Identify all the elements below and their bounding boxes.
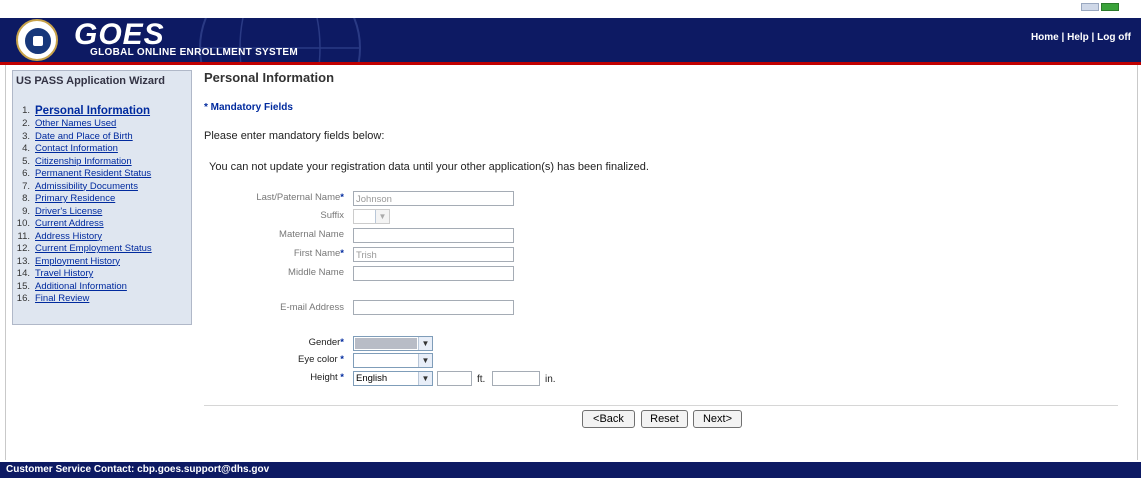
sidebar-item-number: 9. — [22, 205, 30, 217]
sidebar-item: 14. Travel History — [13, 268, 191, 281]
sidebar-item: 12. Current Employment Status — [13, 243, 191, 256]
sidebar-item: 15. Additional Information — [13, 281, 191, 294]
sidebar-title: US PASS Application Wizard — [16, 75, 166, 87]
window-control-icon[interactable] — [1081, 3, 1099, 11]
sidebar-item: 9. Driver's License — [13, 206, 191, 219]
reset-button[interactable]: Reset — [641, 410, 688, 428]
sidebar-item-link[interactable]: Current Employment Status — [35, 243, 152, 254]
sidebar-item-link[interactable]: Other Names Used — [35, 118, 116, 129]
height-unit-select[interactable]: English ▼ — [353, 371, 433, 386]
chevron-down-icon: ▼ — [375, 210, 389, 223]
middle-name-field[interactable] — [353, 266, 514, 281]
dhs-seal-icon — [16, 19, 58, 61]
sidebar-item-link[interactable]: Primary Residence — [35, 193, 115, 204]
page-title: Personal Information — [204, 70, 335, 85]
sidebar-item-number: 10. — [16, 218, 30, 229]
gender-label: Gender* — [308, 337, 344, 348]
instructions-text: Please enter mandatory fields below: — [204, 130, 385, 142]
help-link[interactable]: Help — [1067, 32, 1089, 43]
sidebar-item-number: 13. — [16, 255, 30, 267]
sidebar-item-number: 5. — [22, 155, 30, 167]
sidebar-item: 8. Primary Residence — [13, 193, 191, 206]
first-name-field[interactable]: Trish — [353, 247, 514, 262]
gender-select[interactable]: ▼ — [353, 336, 433, 351]
eye-color-select[interactable]: ▼ — [353, 353, 433, 368]
sidebar-item-link[interactable]: Citizenship Information — [35, 156, 132, 167]
chevron-down-icon: ▼ — [418, 354, 432, 367]
chevron-down-icon: ▼ — [418, 337, 432, 350]
sidebar-item-link[interactable]: Address History — [35, 231, 102, 242]
header-banner: GOES GLOBAL ONLINE ENROLLMENT SYSTEM Hom… — [0, 18, 1141, 62]
mandatory-fields-note: * Mandatory Fields — [204, 102, 293, 113]
first-name-label: First Name* — [293, 248, 344, 259]
window-control-icon[interactable] — [1101, 3, 1119, 11]
sidebar-item: 6. Permanent Resident Status — [13, 168, 191, 181]
back-button[interactable]: <Back — [582, 410, 635, 428]
logoff-link[interactable]: Log off — [1097, 32, 1131, 43]
sidebar-item: 10. Current Address — [13, 218, 191, 231]
eye-color-label: Eye color * — [298, 354, 344, 365]
sidebar-item: 11. Address History — [13, 231, 191, 244]
sidebar-item-link[interactable]: Driver's License — [35, 206, 102, 217]
inches-unit-label: in. — [545, 374, 556, 385]
sidebar-item: 7. Admissibility Documents — [13, 181, 191, 194]
height-label: Height * — [310, 372, 344, 383]
sidebar-item: 3. Date and Place of Birth — [13, 131, 191, 144]
window-controls — [1079, 2, 1135, 12]
footer-contact: Customer Service Contact: cbp.goes.suppo… — [0, 462, 1141, 478]
chevron-down-icon: ▼ — [418, 372, 432, 385]
sidebar-item-link[interactable]: Final Review — [35, 293, 89, 304]
home-link[interactable]: Home — [1031, 32, 1059, 43]
suffix-select[interactable]: ▼ — [353, 209, 390, 224]
last-name-field[interactable]: Johnson — [353, 191, 514, 206]
goes-logo: GOES — [74, 18, 165, 51]
browser-top-strip — [0, 0, 1141, 18]
sidebar-item: 4. Contact Information — [13, 143, 191, 156]
header-tagline: GLOBAL ONLINE ENROLLMENT SYSTEM — [90, 47, 299, 58]
wizard-step-list: 1. Personal Information 2. Other Names Used… — [13, 104, 191, 306]
feet-unit-label: ft. — [477, 374, 486, 385]
sidebar-item-link[interactable]: Additional Information — [35, 281, 127, 292]
sidebar-item-number: 8. — [22, 193, 30, 204]
email-label: E-mail Address — [280, 302, 344, 313]
maternal-name-label: Maternal Name — [279, 229, 344, 240]
next-button[interactable]: Next> — [693, 410, 742, 428]
sidebar-item: 13. Employment History — [13, 256, 191, 269]
sidebar-item-number: 16. — [16, 293, 30, 304]
header-links: Home | Help | Log off — [1030, 32, 1131, 43]
height-inches-field[interactable] — [492, 371, 540, 386]
wizard-sidebar: US PASS Application Wizard 1. Personal In… — [12, 70, 192, 325]
sidebar-item-link[interactable]: Personal Information — [35, 105, 150, 117]
sidebar-item-link[interactable]: Travel History — [35, 268, 93, 279]
sidebar-item-number: 2. — [22, 118, 30, 129]
sidebar-item-link[interactable]: Contact Information — [35, 143, 118, 154]
sidebar-item-number: 14. — [16, 268, 30, 279]
last-name-label: Last/Paternal Name* — [256, 192, 344, 203]
sidebar-item-number: 12. — [16, 243, 30, 254]
sidebar-item: 5. Citizenship Information — [13, 156, 191, 169]
email-field[interactable] — [353, 300, 514, 315]
sidebar-item-number: 4. — [22, 143, 30, 154]
sidebar-item-number: 6. — [22, 168, 30, 179]
sidebar-item-link[interactable]: Employment History — [35, 256, 120, 267]
sidebar-item-number: 11. — [17, 230, 30, 242]
update-notice: You can not update your registration dat… — [209, 161, 649, 173]
sidebar-item: 16. Final Review — [13, 293, 191, 306]
sidebar-item-number: 3. — [22, 130, 30, 142]
height-feet-field[interactable] — [437, 371, 472, 386]
sidebar-item-link[interactable]: Admissibility Documents — [35, 181, 138, 192]
sidebar-item: 2. Other Names Used — [13, 118, 191, 131]
sidebar-item-number: 15. — [16, 280, 30, 292]
sidebar-item-link[interactable]: Date and Place of Birth — [35, 131, 133, 142]
form-divider — [204, 405, 1118, 406]
sidebar-item-link[interactable]: Permanent Resident Status — [35, 168, 151, 179]
sidebar-item-number: 1. — [22, 105, 30, 116]
middle-name-label: Middle Name — [288, 267, 344, 278]
maternal-name-field[interactable] — [353, 228, 514, 243]
sidebar-item-number: 7. — [22, 180, 30, 192]
sidebar-item-link[interactable]: Current Address — [35, 218, 104, 229]
sidebar-item: 1. Personal Information — [13, 104, 191, 118]
suffix-label: Suffix — [320, 210, 344, 221]
